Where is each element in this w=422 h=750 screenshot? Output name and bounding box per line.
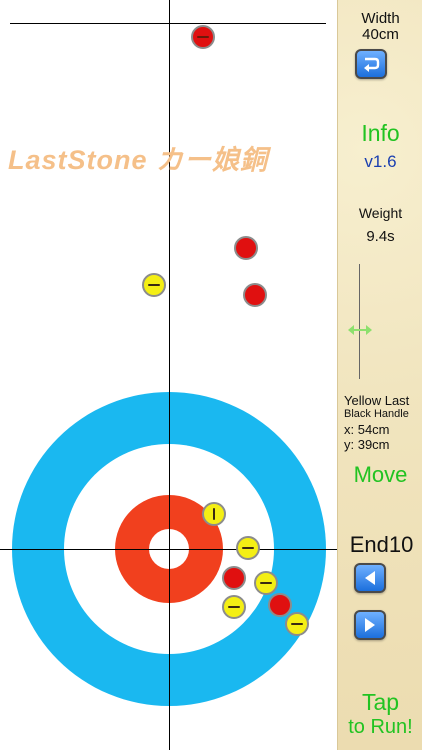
- double-arrow-icon: [348, 325, 372, 335]
- status-line1: Yellow Last: [344, 393, 410, 408]
- red-stone[interactable]: [191, 25, 215, 49]
- rotate-icon: [364, 57, 380, 72]
- red-stone[interactable]: [222, 566, 246, 590]
- red-stone[interactable]: [234, 236, 258, 260]
- coord-y: y: 39cm: [344, 437, 390, 452]
- control-sidebar: Width 40cm Info v1.6 Weight 9.4s Yellow …: [337, 0, 422, 750]
- width-label: Width: [361, 10, 400, 27]
- tap-label[interactable]: Tap: [338, 689, 422, 716]
- status-line2: Black Handle: [344, 408, 409, 420]
- yellow-stone-selected[interactable]: [202, 502, 226, 526]
- rotate-button[interactable]: [355, 49, 387, 79]
- info-button[interactable]: Info: [338, 120, 422, 147]
- app-title: LastStone カー娘銅: [8, 145, 269, 175]
- previous-button[interactable]: [354, 563, 386, 593]
- width-value: 40cm: [362, 26, 399, 43]
- red-stone[interactable]: [268, 593, 292, 617]
- end-label: End10: [349, 532, 414, 557]
- weight-slider-handle[interactable]: [346, 320, 374, 340]
- next-button[interactable]: [354, 610, 386, 640]
- weight-value: 9.4s: [366, 228, 395, 245]
- right-arrow-icon: [365, 618, 375, 632]
- center-line-overlay: [169, 392, 170, 706]
- move-button[interactable]: Move: [338, 462, 422, 488]
- yellow-stone[interactable]: [222, 595, 246, 619]
- red-stone[interactable]: [243, 283, 267, 307]
- yellow-stone[interactable]: [142, 273, 166, 297]
- yellow-stone[interactable]: [285, 612, 309, 636]
- run-label[interactable]: to Run!: [338, 716, 422, 739]
- weight-label: Weight: [358, 205, 403, 221]
- coord-x: x: 54cm: [344, 422, 390, 437]
- yellow-stone[interactable]: [236, 536, 260, 560]
- left-arrow-icon: [365, 571, 375, 585]
- yellow-stone[interactable]: [254, 571, 278, 595]
- top-line: [10, 23, 326, 24]
- version-label: v1.6: [364, 152, 397, 171]
- curling-sheet[interactable]: LastStone カー娘銅: [0, 0, 337, 750]
